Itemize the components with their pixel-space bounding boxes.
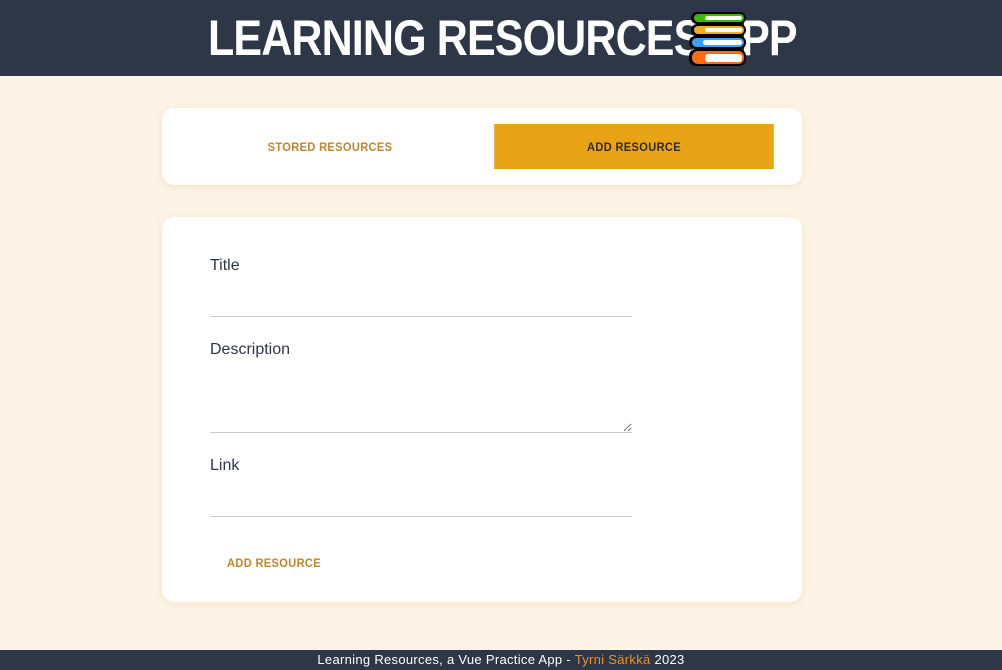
tab-stored-resources[interactable]: STORED RESOURCES [190, 124, 470, 169]
description-textarea[interactable] [210, 382, 632, 433]
app-header: LEARNING RESOURCES APP [0, 0, 1002, 76]
title-input[interactable] [210, 290, 632, 317]
add-resource-submit-button[interactable]: ADD RESOURCE [215, 548, 333, 578]
title-label: Title [210, 257, 240, 274]
add-resource-form: Title Description Link ADD RESOURCE [162, 217, 802, 602]
link-label: Link [210, 457, 240, 474]
footer-text: Learning Resources, a Vue Practice App - [317, 652, 575, 667]
link-input[interactable] [210, 490, 632, 517]
description-label: Description [210, 341, 291, 358]
footer: Learning Resources, a Vue Practice App -… [0, 650, 1002, 670]
tab-add-resource[interactable]: ADD RESOURCE [494, 124, 774, 169]
footer-year: 2023 [650, 652, 685, 667]
footer-author-link[interactable]: Tyrni Särkkä [575, 652, 651, 667]
stacked-books-icon [689, 12, 746, 66]
tab-bar: STORED RESOURCES ADD RESOURCE [162, 108, 802, 185]
